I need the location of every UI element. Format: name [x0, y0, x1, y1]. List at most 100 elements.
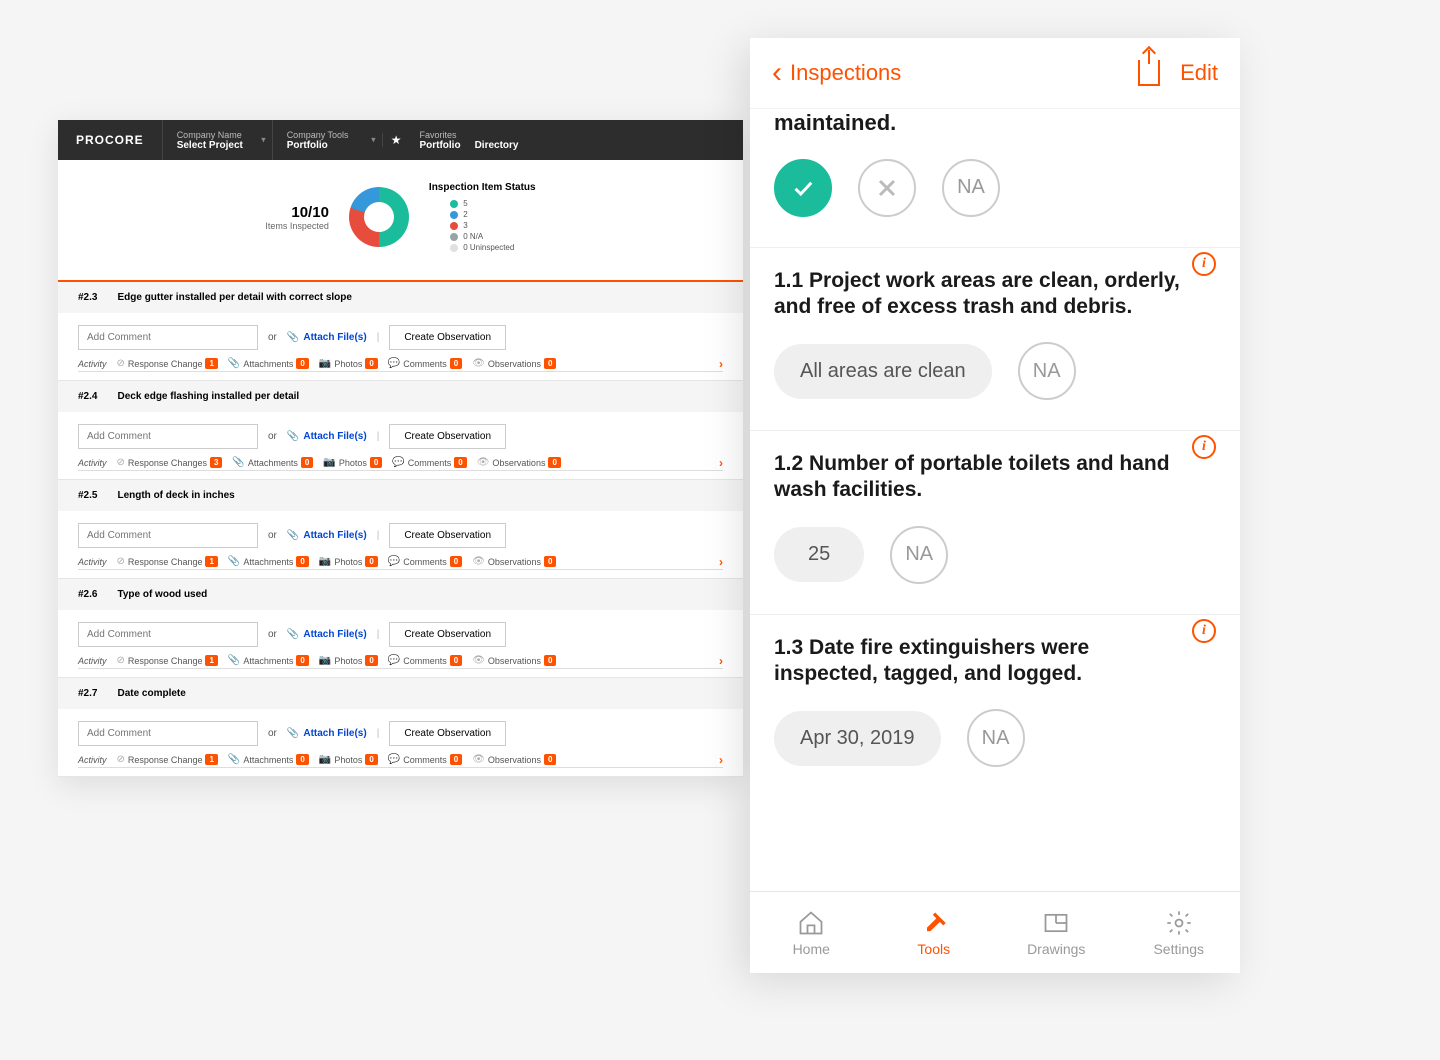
tab-tools[interactable]: Tools: [873, 892, 996, 973]
or-text: or: [268, 728, 277, 739]
tab-bar: Home Tools Drawings Settings: [750, 891, 1240, 973]
comments-count: 💬Comments 0: [388, 358, 462, 369]
tab-settings[interactable]: Settings: [1118, 892, 1241, 973]
check-icon: [788, 173, 818, 203]
section-title: 1.2 Number of portable toilets and hand …: [774, 431, 1182, 526]
response-change: ⊘Response Change 1: [117, 358, 218, 369]
comment-icon: 💬: [388, 754, 400, 765]
tab-home[interactable]: Home: [750, 892, 873, 973]
item-title: Edge gutter installed per detail with co…: [117, 292, 352, 303]
item-title: Deck edge flashing installed per detail: [117, 391, 299, 402]
photos-count: 📷Photos 0: [323, 457, 382, 468]
na-button[interactable]: NA: [890, 526, 948, 584]
comment-input[interactable]: [78, 424, 258, 449]
share-icon[interactable]: [1138, 60, 1160, 86]
comment-input[interactable]: [78, 325, 258, 350]
legend-dot: [450, 233, 458, 241]
activity-label: Activity: [78, 656, 107, 666]
create-observation-button[interactable]: Create Observation: [389, 523, 506, 548]
edit-button[interactable]: Edit: [1180, 60, 1218, 86]
attach-file-link[interactable]: 📎Attach File(s): [287, 332, 367, 343]
legend-item: 5: [450, 199, 514, 208]
camera-icon: 📷: [319, 556, 331, 567]
response-pill[interactable]: 25: [774, 527, 864, 582]
favorite-star[interactable]: ★: [382, 133, 410, 147]
drawings-icon: [1042, 909, 1070, 937]
legend-dot: [450, 200, 458, 208]
inspection-section-0: maintained. NA: [750, 109, 1240, 248]
pass-button[interactable]: [774, 159, 832, 217]
fav-link-portfolio[interactable]: Portfolio: [419, 140, 460, 151]
create-observation-button[interactable]: Create Observation: [389, 424, 506, 449]
company-selector[interactable]: Company Name Select Project: [162, 120, 272, 160]
create-observation-button[interactable]: Create Observation: [389, 325, 506, 350]
comment-icon: 💬: [388, 358, 400, 369]
mobile-app-window: ‹ Inspections Edit maintained. NA 1.1 Pr…: [750, 38, 1240, 973]
na-button[interactable]: NA: [1018, 342, 1076, 400]
legend-dot: [450, 222, 458, 230]
or-text: or: [268, 629, 277, 640]
na-button[interactable]: NA: [942, 159, 1000, 217]
comment-input[interactable]: [78, 523, 258, 548]
activity-label: Activity: [78, 458, 107, 468]
activity-row[interactable]: Activity ⊘Response Change 1 📎Attachments…: [78, 358, 723, 372]
item-header: #2.5 Length of deck in inches: [58, 480, 743, 511]
activity-row[interactable]: Activity ⊘Response Change 1 📎Attachments…: [78, 655, 723, 669]
create-observation-button[interactable]: Create Observation: [389, 721, 506, 746]
create-observation-button[interactable]: Create Observation: [389, 622, 506, 647]
attach-file-link[interactable]: 📎Attach File(s): [287, 530, 367, 541]
attachments-count: 📎Attachments 0: [228, 358, 309, 369]
mobile-content: maintained. NA 1.1 Project work areas ar…: [750, 109, 1240, 891]
back-label: Inspections: [790, 60, 901, 86]
observations-count: 👁Observations 0: [472, 655, 556, 666]
item-number: #2.5: [78, 490, 97, 501]
camera-icon: 📷: [319, 358, 331, 369]
response-pill[interactable]: Apr 30, 2019: [774, 711, 941, 766]
legend-item: 2: [450, 210, 514, 219]
gear-icon: [1165, 909, 1193, 937]
inspection-item: #2.5 Length of deck in inches or 📎Attach…: [58, 480, 743, 579]
info-icon[interactable]: i: [1192, 435, 1216, 459]
response-pill[interactable]: All areas are clean: [774, 344, 992, 399]
back-button[interactable]: ‹ Inspections: [772, 56, 901, 90]
attachments-count: 📎Attachments 0: [228, 655, 309, 666]
comment-input[interactable]: [78, 721, 258, 746]
legend-label: 3: [463, 221, 467, 230]
legend-item: 0 N/A: [450, 232, 514, 241]
item-header: #2.6 Type of wood used: [58, 579, 743, 610]
tools-selector[interactable]: Company Tools Portfolio: [272, 120, 382, 160]
favorites-section: Favorites Portfolio Directory: [409, 120, 528, 160]
status-donut-chart: [349, 187, 409, 247]
activity-row[interactable]: Activity ⊘Response Change 1 📎Attachments…: [78, 754, 723, 768]
fav-link-directory[interactable]: Directory: [475, 140, 519, 151]
items-inspected-count: 10/10 Items Inspected: [265, 204, 329, 231]
tools-value: Portfolio: [287, 140, 358, 151]
inspection-item: #2.7 Date complete or 📎Attach File(s) | …: [58, 678, 743, 777]
activity-row[interactable]: Activity ⊘Response Changes 3 📎Attachment…: [78, 457, 723, 471]
info-icon[interactable]: i: [1192, 252, 1216, 276]
response-change: ⊘Response Changes 3: [117, 457, 223, 468]
attach-file-link[interactable]: 📎Attach File(s): [287, 728, 367, 739]
photos-count: 📷Photos 0: [319, 556, 378, 567]
comments-count: 💬Comments 0: [388, 556, 462, 567]
attach-file-link[interactable]: 📎Attach File(s): [287, 431, 367, 442]
activity-row[interactable]: Activity ⊘Response Change 1 📎Attachments…: [78, 556, 723, 570]
na-button[interactable]: NA: [967, 709, 1025, 767]
inspection-section-1: 1.1 Project work areas are clean, orderl…: [750, 248, 1240, 432]
check-icon: ⊘: [117, 655, 125, 666]
fail-button[interactable]: [858, 159, 916, 217]
section-title: 1.3 Date fire extinguishers were inspect…: [774, 615, 1182, 710]
info-icon[interactable]: i: [1192, 619, 1216, 643]
item-number: #2.3: [78, 292, 97, 303]
item-header: #2.4 Deck edge flashing installed per de…: [58, 381, 743, 412]
legend-item: 0 Uninspected: [450, 243, 514, 252]
item-title: Length of deck in inches: [117, 490, 234, 501]
comment-input[interactable]: [78, 622, 258, 647]
favorites-label: Favorites: [419, 130, 518, 140]
mobile-header: ‹ Inspections Edit: [750, 38, 1240, 109]
status-summary: 10/10 Items Inspected Inspection Item St…: [58, 160, 743, 282]
item-number: #2.7: [78, 688, 97, 699]
observations-count: 👁Observations 0: [472, 358, 556, 369]
tab-drawings[interactable]: Drawings: [995, 892, 1118, 973]
attach-file-link[interactable]: 📎Attach File(s): [287, 629, 367, 640]
